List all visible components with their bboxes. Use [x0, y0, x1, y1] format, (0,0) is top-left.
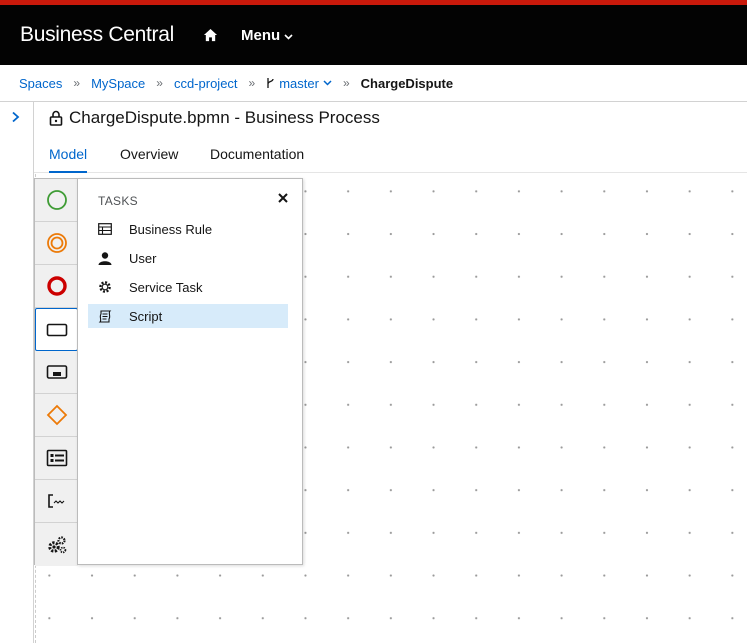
script-icon: [98, 309, 112, 323]
document-title-row: ChargeDispute.bpmn - Business Process: [49, 108, 380, 128]
palette-subprocesses[interactable]: [35, 351, 78, 394]
flyout-item-label: Script: [129, 308, 163, 324]
branch-label: master: [279, 75, 319, 91]
breadcrumb: Spaces » MySpace » ccd-project » master …: [0, 65, 747, 102]
close-icon[interactable]: [277, 192, 289, 204]
explorer-strip: [0, 102, 34, 643]
menu-label: Menu: [241, 27, 281, 44]
palette-intermediate-events[interactable]: [35, 222, 78, 265]
flyout-item-business-rule[interactable]: Business Rule: [88, 217, 288, 241]
palette-containers[interactable]: [35, 437, 78, 480]
chevron-down-icon: [284, 33, 293, 40]
artifacts-icon: [47, 494, 64, 508]
gateway-icon: [46, 404, 67, 426]
flyout-item-label: Business Rule: [129, 221, 213, 237]
table-icon: [98, 223, 112, 235]
branch-icon: [267, 78, 274, 88]
flyout-header: TASKS: [98, 194, 138, 208]
lock-icon: [49, 110, 63, 126]
double-chevron-right-icon: »: [73, 76, 81, 90]
palette-service-tasks[interactable]: [35, 523, 78, 566]
double-chevron-right-icon: »: [248, 76, 256, 90]
tab-overview[interactable]: Overview: [120, 146, 178, 173]
lane-icon: [46, 449, 67, 467]
palette-end-events[interactable]: [35, 265, 78, 308]
intermediate-event-icon: [46, 233, 67, 253]
end-event-icon: [46, 276, 67, 296]
palette-tasks[interactable]: [35, 308, 78, 351]
chevron-right-icon[interactable]: [11, 111, 20, 123]
flyout-item-script[interactable]: Script: [88, 304, 288, 328]
branch-selector[interactable]: master: [266, 76, 332, 91]
tab-model[interactable]: Model: [49, 146, 88, 173]
double-chevron-right-icon: »: [156, 76, 163, 90]
double-chevron-right-icon: »: [342, 76, 350, 90]
palette-start-events[interactable]: [35, 179, 78, 222]
tasks-flyout: TASKS Business Rule User Service Task Sc…: [77, 178, 303, 565]
flyout-item-user[interactable]: User: [88, 246, 288, 270]
page-title: ChargeDispute.bpmn - Business Process: [69, 108, 380, 127]
tab-documentation[interactable]: Documentation: [210, 146, 304, 173]
breadcrumb-space[interactable]: MySpace: [91, 76, 145, 91]
brand-title[interactable]: Business Central: [20, 23, 174, 47]
menu-dropdown[interactable]: Menu: [241, 27, 293, 44]
shape-palette: [34, 178, 78, 566]
user-icon: [98, 251, 112, 265]
start-event-icon: [46, 190, 67, 210]
top-navbar: Business Central Menu: [0, 0, 747, 65]
chevron-down-icon: [323, 80, 332, 86]
palette-artifacts[interactable]: [35, 480, 78, 523]
flyout-item-label: Service Task: [129, 279, 203, 295]
breadcrumb-project[interactable]: ccd-project: [174, 76, 238, 91]
flyout-item-label: User: [129, 250, 157, 266]
task-icon: [46, 323, 67, 336]
gear-icon: [99, 281, 111, 293]
breadcrumb-current: ChargeDispute: [360, 75, 454, 91]
flyout-item-service-task[interactable]: Service Task: [88, 275, 288, 299]
palette-gateways[interactable]: [35, 394, 78, 437]
editor-tabs: Model Overview Documentation: [34, 140, 747, 173]
home-icon[interactable]: [203, 28, 218, 43]
service-tasks-icon: [47, 535, 66, 553]
breadcrumb-spaces[interactable]: Spaces: [19, 76, 62, 91]
subprocess-icon: [46, 365, 67, 379]
